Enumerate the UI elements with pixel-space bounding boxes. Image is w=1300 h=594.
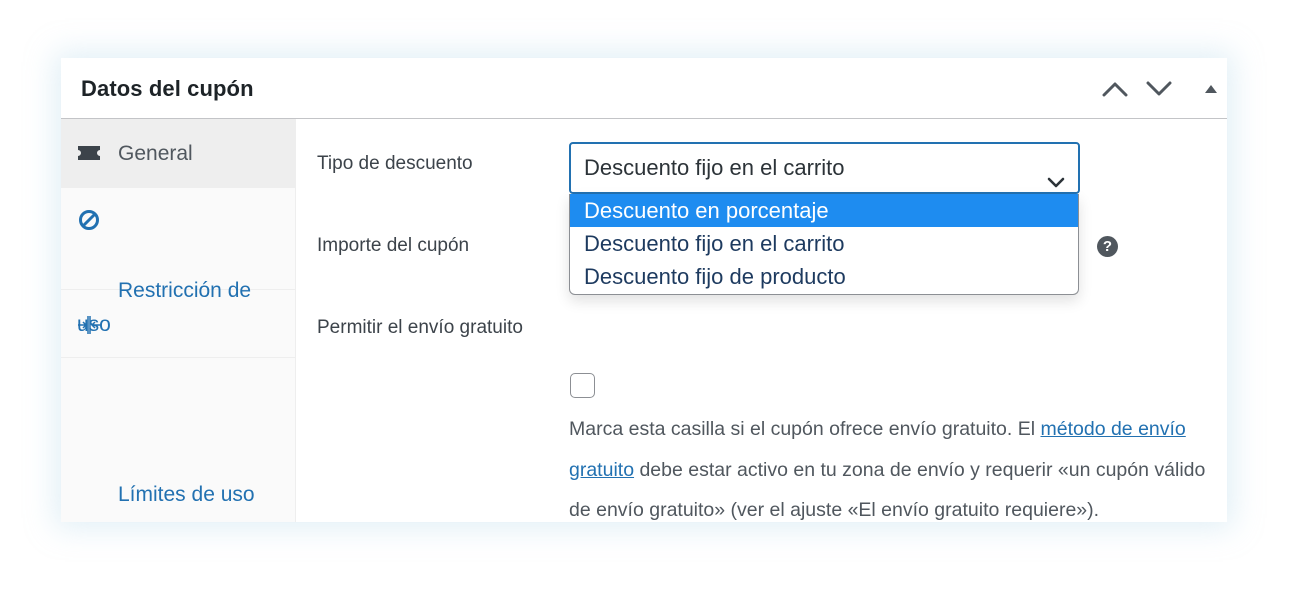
- discount-type-select[interactable]: Descuento fijo en el carrito: [569, 142, 1080, 194]
- panel-header: Datos del cupón: [61, 58, 1227, 119]
- discount-type-label: Tipo de descuento: [317, 153, 473, 174]
- no-entry-icon: [77, 208, 101, 232]
- description-text-before: Marca esta casilla si el cupón ofrece en…: [569, 418, 1041, 440]
- triangle-up-icon: [1204, 84, 1218, 94]
- move-down-button[interactable]: [1144, 74, 1174, 104]
- help-icon[interactable]: ?: [1097, 236, 1118, 257]
- description-text-after: debe estar activo en tu zona de envío y …: [569, 458, 1206, 522]
- coupon-form: Tipo de descuento Descuento fijo en el c…: [297, 119, 1227, 522]
- free-shipping-description: Marca esta casilla si el cupón ofrece en…: [569, 409, 1209, 531]
- chevron-down-icon: [1146, 81, 1172, 97]
- ticket-icon: [77, 141, 101, 165]
- move-up-button[interactable]: [1100, 74, 1130, 104]
- discount-type-value: Descuento fijo en el carrito: [584, 155, 845, 180]
- coupon-amount-label: Importe del cupón: [317, 235, 470, 256]
- discount-type-dropdown: Descuento en porcentaje Descuento fijo e…: [569, 194, 1079, 295]
- coupon-tabs: General Restricción de uso Límites de us…: [61, 119, 296, 522]
- free-shipping-label: Permitir el envío gratuito: [317, 317, 523, 338]
- free-shipping-checkbox[interactable]: [570, 373, 595, 398]
- tab-label: Límites de uso: [118, 483, 255, 506]
- tab-label: General: [118, 142, 193, 165]
- arrows-in-icon: [77, 313, 101, 337]
- option-percentage-discount[interactable]: Descuento en porcentaje: [570, 194, 1078, 227]
- toggle-panel-button[interactable]: [1196, 74, 1226, 104]
- option-fixed-cart-discount[interactable]: Descuento fijo en el carrito: [570, 227, 1078, 260]
- tab-usage-restriction[interactable]: Restricción de uso: [61, 188, 295, 336]
- tab-general[interactable]: General: [61, 119, 295, 188]
- chevron-up-icon: [1102, 81, 1128, 97]
- panel-title: Datos del cupón: [81, 76, 254, 101]
- option-fixed-product-discount[interactable]: Descuento fijo de producto: [570, 260, 1078, 293]
